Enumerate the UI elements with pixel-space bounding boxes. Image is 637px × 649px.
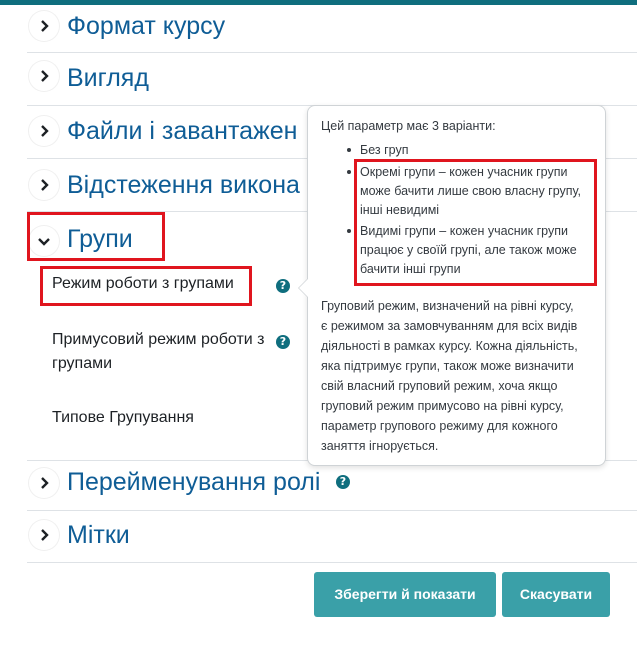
save-and-display-button[interactable]: Зберегти й показати [314,572,496,617]
popover-body-line: діяльності в рамках курсу. Кожна діяльні… [321,339,578,353]
chevron-right-icon[interactable] [29,61,59,91]
popover-body-line: груповий режим примусово на рівні курсу, [321,399,564,413]
popover-intro: Цей параметр має 3 варіанти: [321,119,496,133]
popover-body-line: параметр групового режиму для кожного [321,419,558,433]
popover-arrow-inner [299,279,308,297]
highlight-box [40,266,252,306]
popover-body-line: Груповий режим, визначений на рівні курс… [321,299,574,313]
help-icon[interactable]: ? [276,335,290,349]
section-title[interactable]: Мітки [67,520,130,550]
option-no-groups: Без груп [360,143,409,157]
section-title[interactable]: Відстеження викона [67,170,300,200]
section-title[interactable]: Файли і завантажен [67,116,297,146]
section-title[interactable]: Формат курсу [67,11,225,41]
force-group-mode-label: Примусовий режим роботи з [52,331,265,348]
bullet-dot [347,148,351,152]
section-course-format[interactable]: Формат курсу [27,0,637,53]
popover-body-line: яка підтримує групи, також може визначит… [321,359,574,373]
cancel-button[interactable]: Скасувати [502,572,610,617]
chevron-right-icon[interactable] [29,116,59,146]
section-appearance[interactable]: Вигляд [27,53,637,106]
help-icon[interactable]: ? [276,279,290,293]
section-title[interactable]: Вигляд [67,63,149,93]
force-group-mode-label-line2: групами [52,355,113,372]
chevron-right-icon[interactable] [29,170,59,200]
bullet-dot [347,170,351,174]
section-role-renaming[interactable]: Перейменування ролі [27,461,637,511]
highlight-box [354,159,597,286]
section-title[interactable]: Перейменування ролі [67,467,320,497]
popover-body-line: свій власний груповий режим, хоча якщо [321,379,558,393]
popover-body-line: заняття ігнорується. [321,439,439,453]
bullet-dot [347,229,351,233]
help-icon[interactable]: ? [336,475,350,489]
section-tags[interactable]: Мітки [27,511,637,563]
chevron-right-icon[interactable] [29,468,59,498]
highlight-box [27,212,165,261]
chevron-right-icon[interactable] [29,520,59,550]
default-grouping-label: Типове Групування [52,409,194,426]
popover-body-line: є режимом за замовчуванням для всіх виді… [321,319,578,333]
chevron-right-icon[interactable] [29,11,59,41]
